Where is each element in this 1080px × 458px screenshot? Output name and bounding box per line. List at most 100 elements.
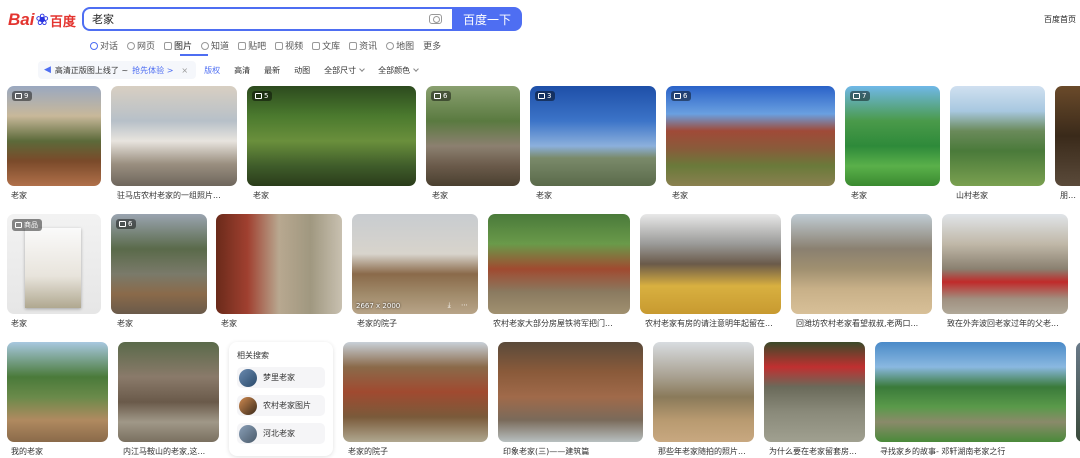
result-thumbnail[interactable] xyxy=(1076,342,1080,442)
stack-icon xyxy=(434,93,441,99)
promo-banner[interactable]: ◀ 高清正版图上线了 ~ 抢先体验 > × xyxy=(38,61,197,79)
image-count-badge: 7 xyxy=(850,91,871,101)
result-caption[interactable]: 老家 xyxy=(432,190,520,201)
active-tab-underline xyxy=(180,54,208,56)
result-thumbnail[interactable]: 2667 x 2000 ⤓ ⋯ xyxy=(352,214,478,314)
result-caption[interactable]: 农村老家有房的请注意明年起留在... xyxy=(645,318,777,329)
result-caption[interactable]: 为什么要在老家留套房... xyxy=(769,446,864,457)
search-box[interactable]: 老家 xyxy=(82,7,452,31)
result-caption[interactable]: 老家 xyxy=(253,190,413,201)
result-caption[interactable]: 老家 xyxy=(117,318,205,329)
result-caption[interactable]: 印象老家(三)——建筑篇 xyxy=(503,446,639,457)
related-thumb xyxy=(239,424,257,443)
result-caption[interactable]: 老家 xyxy=(536,190,656,201)
result-thumbnail[interactable]: 6 xyxy=(111,214,207,314)
tab-images[interactable]: 图片 xyxy=(164,39,192,52)
tab-label: 知道 xyxy=(211,42,230,52)
result-caption[interactable]: 回潍坊农村老家看望叔叔,老两口... xyxy=(796,318,928,329)
tab-wenku[interactable]: 文库 xyxy=(312,39,340,52)
video-icon xyxy=(275,41,284,50)
result-thumbnail[interactable] xyxy=(942,214,1068,314)
close-icon[interactable]: × xyxy=(181,66,188,75)
result-thumbnail[interactable]: 7 xyxy=(845,86,940,186)
result-caption[interactable]: 山村老家 xyxy=(956,190,1044,201)
filter-size[interactable]: 全部尺寸 xyxy=(324,65,365,76)
camera-icon[interactable] xyxy=(429,14,442,24)
download-icon[interactable]: ⤓ ⋯ xyxy=(448,301,472,310)
tab-zhidao[interactable]: 知道 xyxy=(201,39,229,52)
result-thumbnail[interactable]: 商品 xyxy=(7,214,101,314)
result-caption[interactable]: 老家 xyxy=(851,190,939,201)
related-item[interactable]: 农村老家图片 xyxy=(237,395,325,416)
result-caption[interactable]: 老家的院子 xyxy=(357,318,477,329)
filter-hd[interactable]: 高清 xyxy=(234,65,250,76)
stack-icon xyxy=(674,93,681,99)
result-caption[interactable]: 致在外奔波回老家过年的父老... xyxy=(947,318,1065,329)
image-count-badge: 6 xyxy=(671,91,692,101)
result-caption[interactable]: 老家 xyxy=(221,318,341,329)
result-caption[interactable]: 那些年老家随拍的照片... xyxy=(658,446,753,457)
filter-latest[interactable]: 最新 xyxy=(264,65,280,76)
chevron-down-icon xyxy=(413,66,419,72)
bag-icon xyxy=(15,222,22,228)
chat-icon xyxy=(90,41,98,50)
image-count: 6 xyxy=(443,92,448,100)
result-caption[interactable]: 老家 xyxy=(672,190,832,201)
tab-more[interactable]: 更多 xyxy=(423,39,441,52)
related-label: 河北老家 xyxy=(263,429,295,438)
result-thumbnail[interactable] xyxy=(950,86,1045,186)
result-thumbnail[interactable] xyxy=(343,342,488,442)
logo-bai: Bai xyxy=(8,10,35,29)
result-thumbnail[interactable] xyxy=(7,342,108,442)
tab-map[interactable]: 地图 xyxy=(386,39,414,52)
result-caption[interactable]: 我的老家 xyxy=(11,446,106,457)
result-thumbnail[interactable]: 6 xyxy=(666,86,835,186)
result-caption[interactable]: 内江马鞍山的老家,这... xyxy=(123,446,218,457)
result-thumbnail[interactable]: 9 xyxy=(7,86,101,186)
result-thumbnail[interactable] xyxy=(111,86,237,186)
tab-tieba[interactable]: 贴吧 xyxy=(238,39,266,52)
result-caption[interactable]: 驻马店农村老家的一组照片... xyxy=(117,190,237,201)
tab-video[interactable]: 视频 xyxy=(275,39,303,52)
search-icon xyxy=(127,41,136,50)
result-thumbnail[interactable] xyxy=(653,342,754,442)
result-thumbnail[interactable] xyxy=(640,214,781,314)
result-caption[interactable]: 老家的院子 xyxy=(348,446,484,457)
filter-copyright[interactable]: 版权 xyxy=(204,65,220,76)
result-caption[interactable]: 寻找家乡的故事- 邓轩湖南老家之行 xyxy=(880,446,1060,457)
promo-cta[interactable]: 抢先体验 > xyxy=(132,65,173,76)
home-link[interactable]: 百度首页 xyxy=(1044,14,1076,25)
result-thumbnail[interactable]: 5 xyxy=(247,86,416,186)
tab-label: 贴吧 xyxy=(248,42,267,52)
result-thumbnail[interactable] xyxy=(764,342,865,442)
result-thumbnail[interactable] xyxy=(791,214,932,314)
filter-animated[interactable]: 动图 xyxy=(294,65,310,76)
result-thumbnail[interactable]: 3 xyxy=(530,86,656,186)
result-caption[interactable]: 老家 xyxy=(11,318,99,329)
tab-label: 对话 xyxy=(100,42,119,52)
search-input[interactable]: 老家 xyxy=(92,11,429,27)
tab-web[interactable]: 网页 xyxy=(127,39,155,52)
filter-color[interactable]: 全部颜色 xyxy=(378,65,419,76)
result-thumbnail[interactable] xyxy=(118,342,219,442)
stack-icon xyxy=(538,93,545,99)
result-thumbnail[interactable]: 6 xyxy=(426,86,520,186)
result-thumbnail[interactable] xyxy=(1055,86,1080,186)
baidu-logo[interactable]: Bai ❀ 百度 xyxy=(8,8,76,32)
result-caption[interactable]: 农村老家大部分房屋铁将军把门... xyxy=(493,318,625,329)
image-count: 5 xyxy=(264,92,269,100)
filter-color-label: 全部颜色 xyxy=(378,65,411,75)
result-thumbnail[interactable] xyxy=(875,342,1066,442)
tab-dialog[interactable]: 对话 xyxy=(90,39,118,52)
related-item[interactable]: 梦里老家 xyxy=(237,367,325,388)
result-thumbnail[interactable] xyxy=(488,214,630,314)
paw-icon: ❀ xyxy=(35,10,49,29)
result-caption[interactable]: 老家 xyxy=(11,190,99,201)
tab-label: 资讯 xyxy=(359,42,378,52)
tab-news[interactable]: 资讯 xyxy=(349,39,377,52)
result-caption[interactable]: 朋友跟 xyxy=(1060,190,1080,201)
result-thumbnail[interactable] xyxy=(498,342,643,442)
search-button[interactable]: 百度一下 xyxy=(452,7,522,31)
result-thumbnail[interactable] xyxy=(216,214,342,314)
related-item[interactable]: 河北老家 xyxy=(237,423,325,444)
